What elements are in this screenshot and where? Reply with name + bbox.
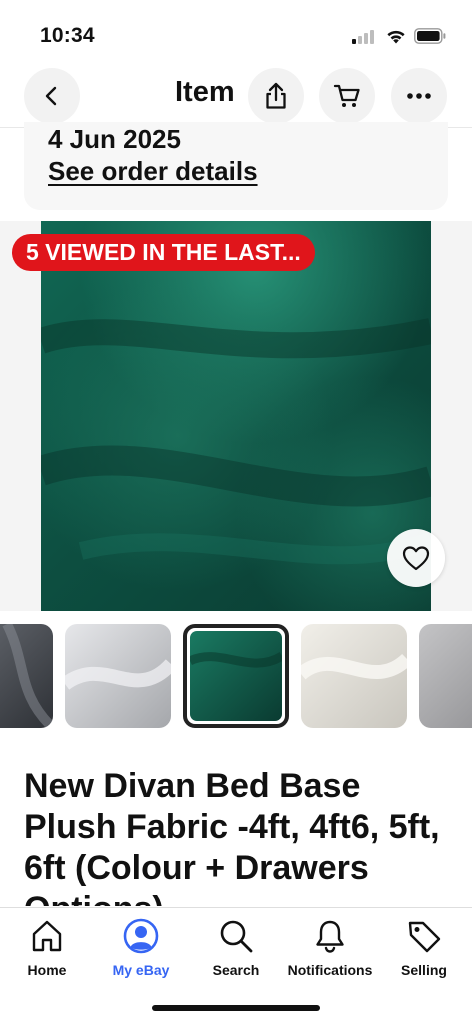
tab-selling[interactable]: Selling — [377, 918, 471, 988]
views-badge: 5 VIEWED IN THE LAST... — [12, 234, 315, 271]
image-gallery[interactable]: 5 VIEWED IN THE LAST... — [0, 221, 472, 611]
thumbnail-5[interactable] — [419, 624, 472, 728]
tag-icon — [408, 921, 441, 953]
item-title: New Divan Bed Base Plush Fabric -4ft, 4f… — [24, 767, 440, 906]
tab-notifications[interactable]: Notifications — [283, 918, 377, 988]
more-icon — [407, 93, 431, 99]
home-icon — [32, 920, 62, 952]
status-time: 10:34 — [40, 24, 95, 47]
order-info-card: 4 Jun 2025 See order details — [24, 122, 448, 210]
fabric-photo — [41, 221, 431, 611]
order-date: 4 Jun 2025 — [48, 124, 181, 154]
bell-icon — [316, 920, 344, 953]
tab-notifications-label: Notifications — [287, 962, 373, 978]
thumbnail-4[interactable] — [301, 624, 407, 728]
cart-icon — [333, 84, 360, 107]
cellular-signal-icon — [352, 30, 378, 44]
thumbnail-strip[interactable] — [0, 622, 472, 730]
search-icon — [220, 920, 253, 953]
tab-home[interactable]: Home — [0, 918, 94, 988]
wifi-icon — [387, 30, 405, 44]
share-button[interactable] — [248, 68, 304, 124]
tab-search-label: Search — [212, 962, 260, 978]
watch-button[interactable] — [387, 529, 445, 587]
see-order-details-link[interactable]: See order details — [48, 156, 258, 187]
tab-search[interactable]: Search — [189, 918, 283, 988]
home-indicator — [152, 1005, 320, 1011]
profile-icon — [123, 918, 159, 954]
share-icon — [266, 82, 286, 109]
battery-icon — [414, 28, 446, 44]
thumbnail-2[interactable] — [65, 624, 171, 728]
back-arrow-icon — [45, 86, 57, 106]
tab-home-label: Home — [27, 962, 67, 978]
thumbnail-1[interactable] — [0, 624, 53, 728]
cart-button[interactable] — [319, 68, 375, 124]
heart-icon — [402, 546, 430, 571]
tab-my-ebay-label: My eBay — [112, 962, 170, 978]
tab-my-ebay[interactable]: My eBay — [94, 918, 188, 988]
back-button[interactable] — [24, 68, 80, 124]
top-navigation-bar: Item — [0, 62, 472, 128]
thumbnail-3-selected[interactable] — [183, 624, 289, 728]
status-bar: 10:34 — [0, 0, 472, 62]
page-title: Item — [175, 76, 235, 108]
tab-selling-label: Selling — [401, 962, 447, 978]
more-options-button[interactable] — [391, 68, 447, 124]
main-product-image[interactable] — [41, 221, 431, 611]
